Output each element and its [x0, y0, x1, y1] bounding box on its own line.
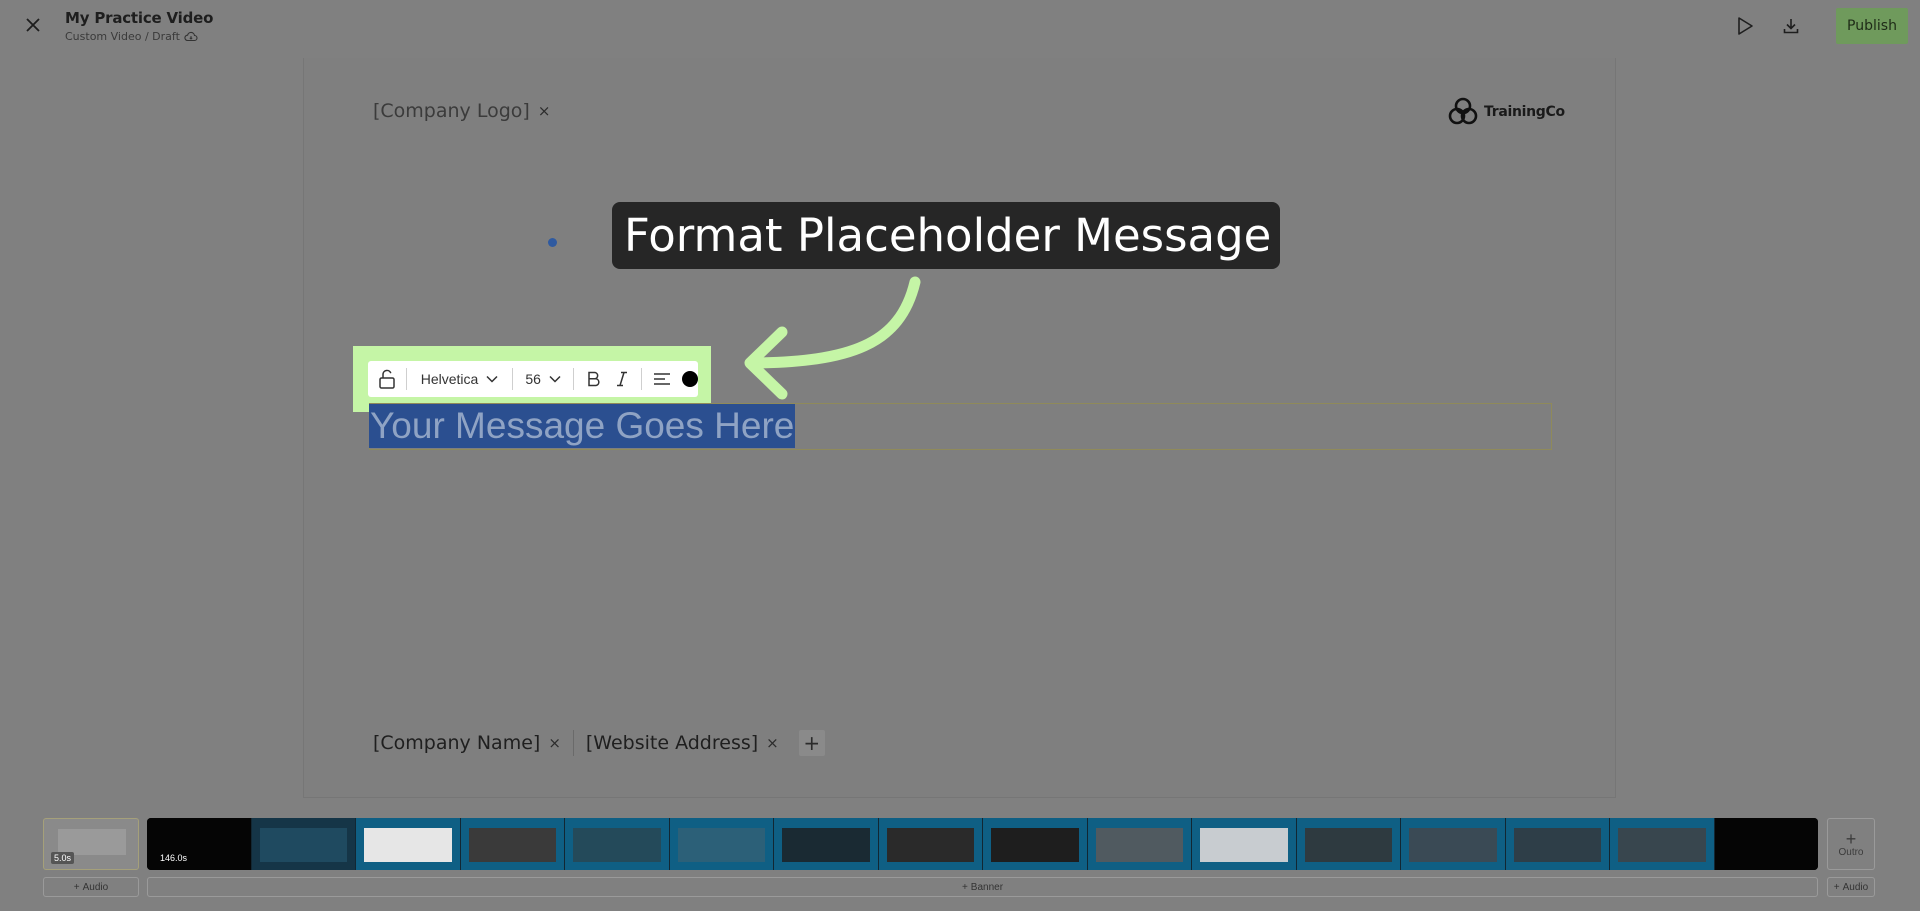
company-name-label: [Company Name]	[373, 732, 541, 754]
brand-knot-icon	[1448, 97, 1478, 125]
timeline-frame	[1610, 818, 1715, 870]
toolbar-divider	[572, 368, 574, 390]
cloud-sync-icon	[184, 31, 198, 42]
chevron-down-icon	[486, 375, 498, 383]
font-size-value: 56	[525, 371, 541, 387]
timeline-frame	[669, 818, 774, 870]
top-actions: Publish	[1729, 8, 1920, 44]
brand-logo[interactable]: TrainingCo	[1446, 95, 1565, 129]
play-icon	[1738, 17, 1753, 35]
toolbar-divider	[405, 368, 407, 390]
timeline-frame	[1087, 818, 1192, 870]
align-button[interactable]	[648, 365, 676, 393]
timeline-frame	[565, 818, 670, 870]
toolbar-divider	[512, 368, 514, 390]
download-icon	[1783, 19, 1799, 34]
italic-button[interactable]	[608, 365, 636, 393]
font-family-value: Helvetica	[420, 371, 479, 387]
add-outro-button[interactable]: + Outro	[1827, 818, 1875, 870]
timeline-frame	[878, 818, 983, 870]
publish-button[interactable]: Publish	[1836, 8, 1908, 44]
breadcrumb-status: Custom Video / Draft	[65, 30, 180, 43]
remove-company-name-button[interactable]: ×	[548, 734, 561, 752]
close-icon	[26, 18, 40, 32]
brand-name: TrainingCo	[1484, 104, 1565, 120]
preview-play-button[interactable]	[1729, 10, 1761, 42]
timeline-frame	[983, 818, 1088, 870]
timeline-frame	[460, 818, 565, 870]
remove-logo-button[interactable]: ×	[538, 102, 551, 120]
close-button[interactable]	[20, 12, 46, 38]
timeline-frame	[251, 818, 356, 870]
company-name-placeholder[interactable]: [Company Name] ×	[373, 732, 561, 754]
main-clip-strip[interactable]: 146.0s	[147, 818, 1818, 870]
message-text-selected[interactable]: Your Message Goes Here	[369, 404, 796, 448]
unlock-icon	[379, 369, 395, 389]
title-block: My Practice Video Custom Video / Draft	[65, 9, 213, 43]
footer-divider	[572, 730, 574, 756]
font-family-select[interactable]: Helvetica	[413, 371, 507, 387]
intro-clip[interactable]: 5.0s	[43, 818, 139, 870]
video-subtitle: Custom Video / Draft	[65, 30, 213, 43]
timeline-frame	[774, 818, 879, 870]
align-left-icon	[654, 373, 671, 385]
video-title[interactable]: My Practice Video	[65, 9, 213, 27]
outro-label: Outro	[1838, 846, 1864, 858]
add-banner-button[interactable]: + Banner	[147, 877, 1818, 897]
bold-button[interactable]	[580, 365, 608, 393]
timeline-frame	[1505, 818, 1610, 870]
company-logo-placeholder[interactable]: [Company Logo] ×	[373, 100, 550, 122]
toolbar-divider	[641, 368, 643, 390]
website-address-label: [Website Address]	[585, 732, 759, 754]
text-format-toolbar: Helvetica 56	[368, 361, 698, 397]
plus-icon: +	[961, 881, 968, 893]
remove-website-address-button[interactable]: ×	[766, 734, 779, 752]
timeline-frame	[1192, 818, 1297, 870]
timeline: 5.0s 146.0s + Outro + Audio + Banner + A…	[0, 812, 1920, 911]
add-audio-label: Audio	[82, 881, 109, 893]
plus-icon: +	[1845, 828, 1857, 849]
download-button[interactable]	[1775, 10, 1807, 42]
bold-icon	[588, 371, 600, 387]
add-placeholder-button[interactable]: +	[798, 730, 825, 756]
italic-icon	[616, 371, 627, 387]
font-size-select[interactable]: 56	[519, 371, 567, 387]
footer-placeholders: [Company Name] × [Website Address] × +	[373, 730, 825, 756]
website-address-placeholder[interactable]: [Website Address] ×	[586, 732, 779, 754]
top-bar: My Practice Video Custom Video / Draft P…	[0, 0, 1920, 50]
text-color-swatch[interactable]	[682, 371, 698, 387]
timeline-frame	[1714, 818, 1818, 870]
tutorial-callout: Format Placeholder Message	[612, 202, 1280, 269]
callout-arrow-icon	[744, 276, 921, 400]
timeline-frame	[356, 818, 461, 870]
add-audio-label: Audio	[1842, 881, 1869, 893]
plus-icon: +	[73, 881, 80, 893]
add-audio-right-button[interactable]: + Audio	[1827, 877, 1875, 897]
anchor-dot	[548, 238, 557, 247]
add-banner-label: Banner	[970, 881, 1004, 893]
chevron-down-icon	[549, 375, 561, 383]
logo-placeholder-label: [Company Logo]	[373, 100, 530, 122]
timeline-frame	[1401, 818, 1506, 870]
intro-duration-badge: 5.0s	[51, 852, 75, 864]
main-duration-badge: 146.0s	[160, 853, 188, 863]
add-audio-left-button[interactable]: + Audio	[43, 877, 139, 897]
timeline-frame: 146.0s	[147, 818, 252, 870]
plus-icon: +	[1833, 881, 1840, 893]
lock-toggle-button[interactable]	[374, 365, 400, 393]
timeline-frame	[1296, 818, 1401, 870]
